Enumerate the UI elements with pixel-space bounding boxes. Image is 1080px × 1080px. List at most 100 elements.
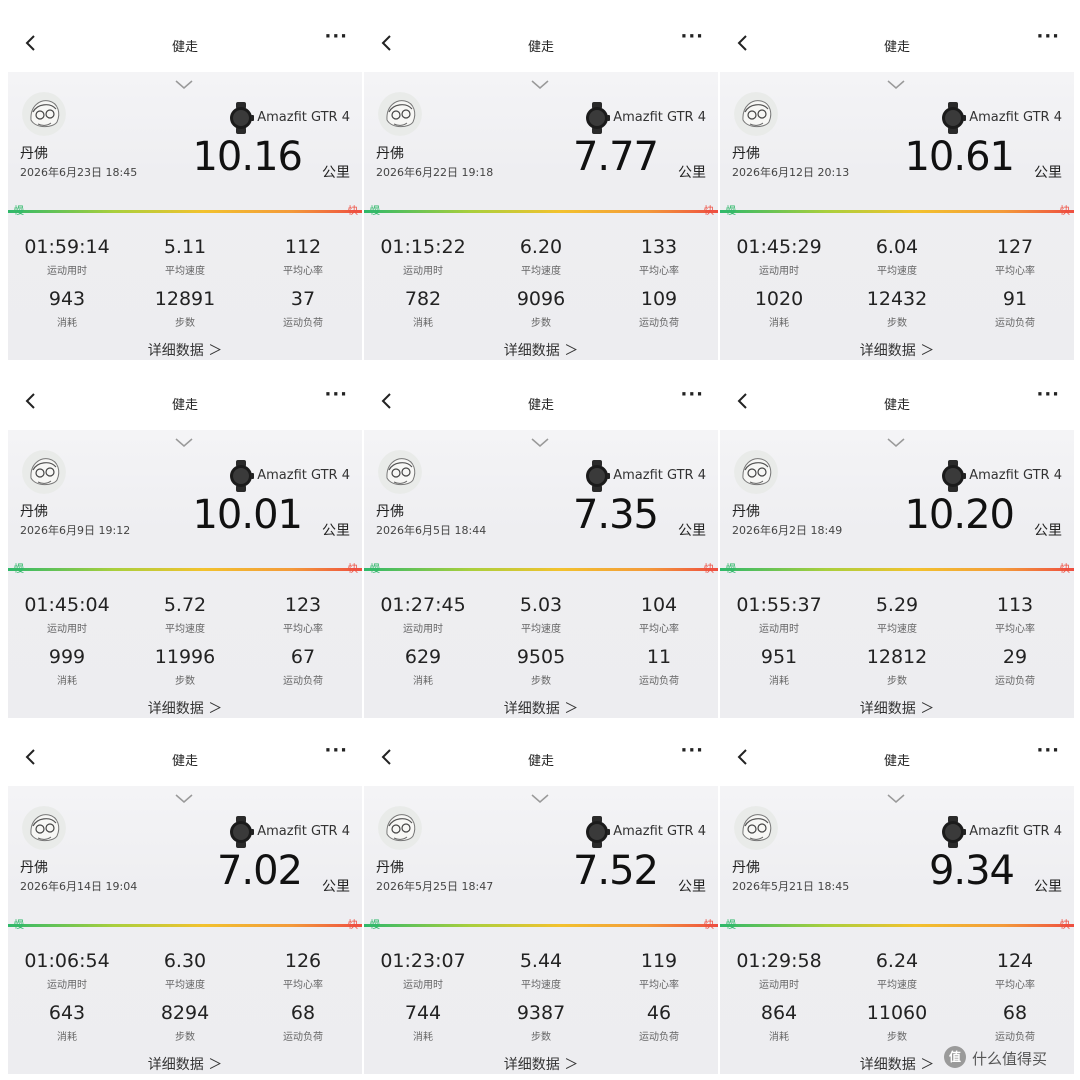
watch-icon	[586, 460, 610, 492]
stat-calories: 643 消耗	[8, 1002, 126, 1043]
stat-value: 11996	[154, 646, 216, 668]
stat-label: 运动负荷	[283, 318, 323, 329]
stat-value: 943	[48, 288, 86, 310]
stat-steps: 8294 步数	[126, 1002, 244, 1043]
stat-calories: 1020 消耗	[720, 288, 838, 329]
avatar[interactable]	[734, 806, 778, 850]
workout-card: 健走 ··· Amazfit GTR 4 丹佛 2026年6月22日 19:18…	[364, 14, 718, 360]
stat-value: 8294	[160, 1002, 210, 1024]
stat-training-load: 11 运动负荷	[600, 646, 718, 687]
details-link[interactable]: 详细数据 ＞	[8, 1054, 362, 1074]
stat-value: 01:45:29	[736, 236, 822, 258]
stat-duration: 01:59:14 运动用时	[8, 236, 126, 277]
avatar[interactable]	[378, 450, 422, 494]
stat-label: 消耗	[413, 318, 433, 329]
more-icon[interactable]: ···	[1036, 742, 1060, 760]
details-link[interactable]: 详细数据 ＞	[720, 698, 1074, 718]
distance-unit: 公里	[1034, 879, 1062, 895]
details-link[interactable]: 详细数据 ＞	[364, 340, 718, 360]
avatar[interactable]	[734, 450, 778, 494]
stat-avg-heart-rate: 127 平均心率	[956, 236, 1074, 277]
distance-value: 10.20	[904, 492, 1015, 538]
device-name: Amazfit GTR 4	[613, 468, 706, 483]
stat-label: 运动负荷	[283, 1032, 323, 1043]
distance-unit: 公里	[678, 523, 706, 539]
user-name: 丹佛	[376, 146, 404, 162]
stat-label: 消耗	[769, 676, 789, 687]
chevron-down-icon[interactable]	[173, 78, 195, 92]
stat-value: 112	[284, 236, 322, 258]
avatar[interactable]	[22, 806, 66, 850]
more-icon[interactable]: ···	[1036, 28, 1060, 46]
stat-label: 运动负荷	[283, 676, 323, 687]
chevron-down-icon[interactable]	[173, 792, 195, 806]
chevron-down-icon[interactable]	[173, 436, 195, 450]
details-link[interactable]: 详细数据 ＞	[364, 698, 718, 718]
avatar[interactable]	[734, 92, 778, 136]
device-name: Amazfit GTR 4	[969, 468, 1062, 483]
distance-value: 7.77	[572, 134, 659, 180]
avatar[interactable]	[22, 450, 66, 494]
details-link[interactable]: 详细数据 ＞	[720, 340, 1074, 360]
details-link[interactable]: 详细数据 ＞	[8, 340, 362, 360]
distance-value: 7.52	[572, 848, 659, 894]
chevron-down-icon[interactable]	[529, 436, 551, 450]
stat-label: 运动用时	[47, 980, 87, 991]
stat-label: 运动负荷	[995, 1032, 1035, 1043]
watch-icon	[230, 460, 254, 492]
more-icon[interactable]: ···	[324, 386, 348, 404]
more-icon[interactable]: ···	[680, 28, 704, 46]
stat-label: 运动负荷	[639, 1032, 679, 1043]
stat-value: 01:59:14	[24, 236, 110, 258]
watch-icon	[942, 460, 966, 492]
activity-title: 健走	[883, 754, 910, 769]
stat-value: 109	[640, 288, 678, 310]
pace-slow-label: 慢	[14, 920, 24, 931]
stat-label: 消耗	[413, 676, 433, 687]
pace-bar: 慢 快	[8, 206, 362, 217]
stat-label: 步数	[531, 676, 551, 687]
pace-slow-label: 慢	[726, 564, 736, 575]
distance-value: 7.02	[216, 848, 303, 894]
stat-label: 平均速度	[521, 266, 561, 277]
stat-value: 782	[404, 288, 442, 310]
stat-value: 68	[290, 1002, 316, 1024]
stat-label: 消耗	[57, 676, 77, 687]
more-icon[interactable]: ···	[680, 742, 704, 760]
more-icon[interactable]: ···	[680, 386, 704, 404]
user-name: 丹佛	[20, 860, 48, 876]
chevron-down-icon[interactable]	[885, 78, 907, 92]
chevron-down-icon[interactable]	[529, 78, 551, 92]
stat-value: 01:55:37	[736, 594, 822, 616]
stat-steps: 11060 步数	[838, 1002, 956, 1043]
details-link[interactable]: 详细数据 ＞	[8, 698, 362, 718]
more-icon[interactable]: ···	[324, 28, 348, 46]
avatar[interactable]	[378, 92, 422, 136]
stat-value: 951	[760, 646, 798, 668]
details-link[interactable]: 详细数据 ＞	[364, 1054, 718, 1074]
stat-value: 9096	[516, 288, 566, 310]
stat-avg-heart-rate: 112 平均心率	[244, 236, 362, 277]
chevron-down-icon[interactable]	[529, 792, 551, 806]
stat-value: 5.44	[519, 950, 563, 972]
stat-avg-speed: 5.29 平均速度	[838, 594, 956, 635]
stat-label: 平均速度	[877, 624, 917, 635]
stat-label: 平均速度	[521, 980, 561, 991]
stat-calories: 943 消耗	[8, 288, 126, 329]
chevron-down-icon[interactable]	[885, 436, 907, 450]
more-icon[interactable]: ···	[324, 742, 348, 760]
avatar[interactable]	[378, 806, 422, 850]
user-name: 丹佛	[376, 860, 404, 876]
stat-avg-heart-rate: 104 平均心率	[600, 594, 718, 635]
stat-label: 运动负荷	[995, 676, 1035, 687]
stat-value: 12812	[866, 646, 928, 668]
more-icon[interactable]: ···	[1036, 386, 1060, 404]
workout-card: 健走 ··· Amazfit GTR 4 丹佛 2026年6月2日 18:49 …	[720, 372, 1074, 718]
stat-label: 平均心率	[283, 266, 323, 277]
stat-value: 127	[996, 236, 1034, 258]
user-name: 丹佛	[376, 504, 404, 520]
stat-value: 643	[48, 1002, 86, 1024]
avatar[interactable]	[22, 92, 66, 136]
stat-avg-speed: 6.04 平均速度	[838, 236, 956, 277]
chevron-down-icon[interactable]	[885, 792, 907, 806]
